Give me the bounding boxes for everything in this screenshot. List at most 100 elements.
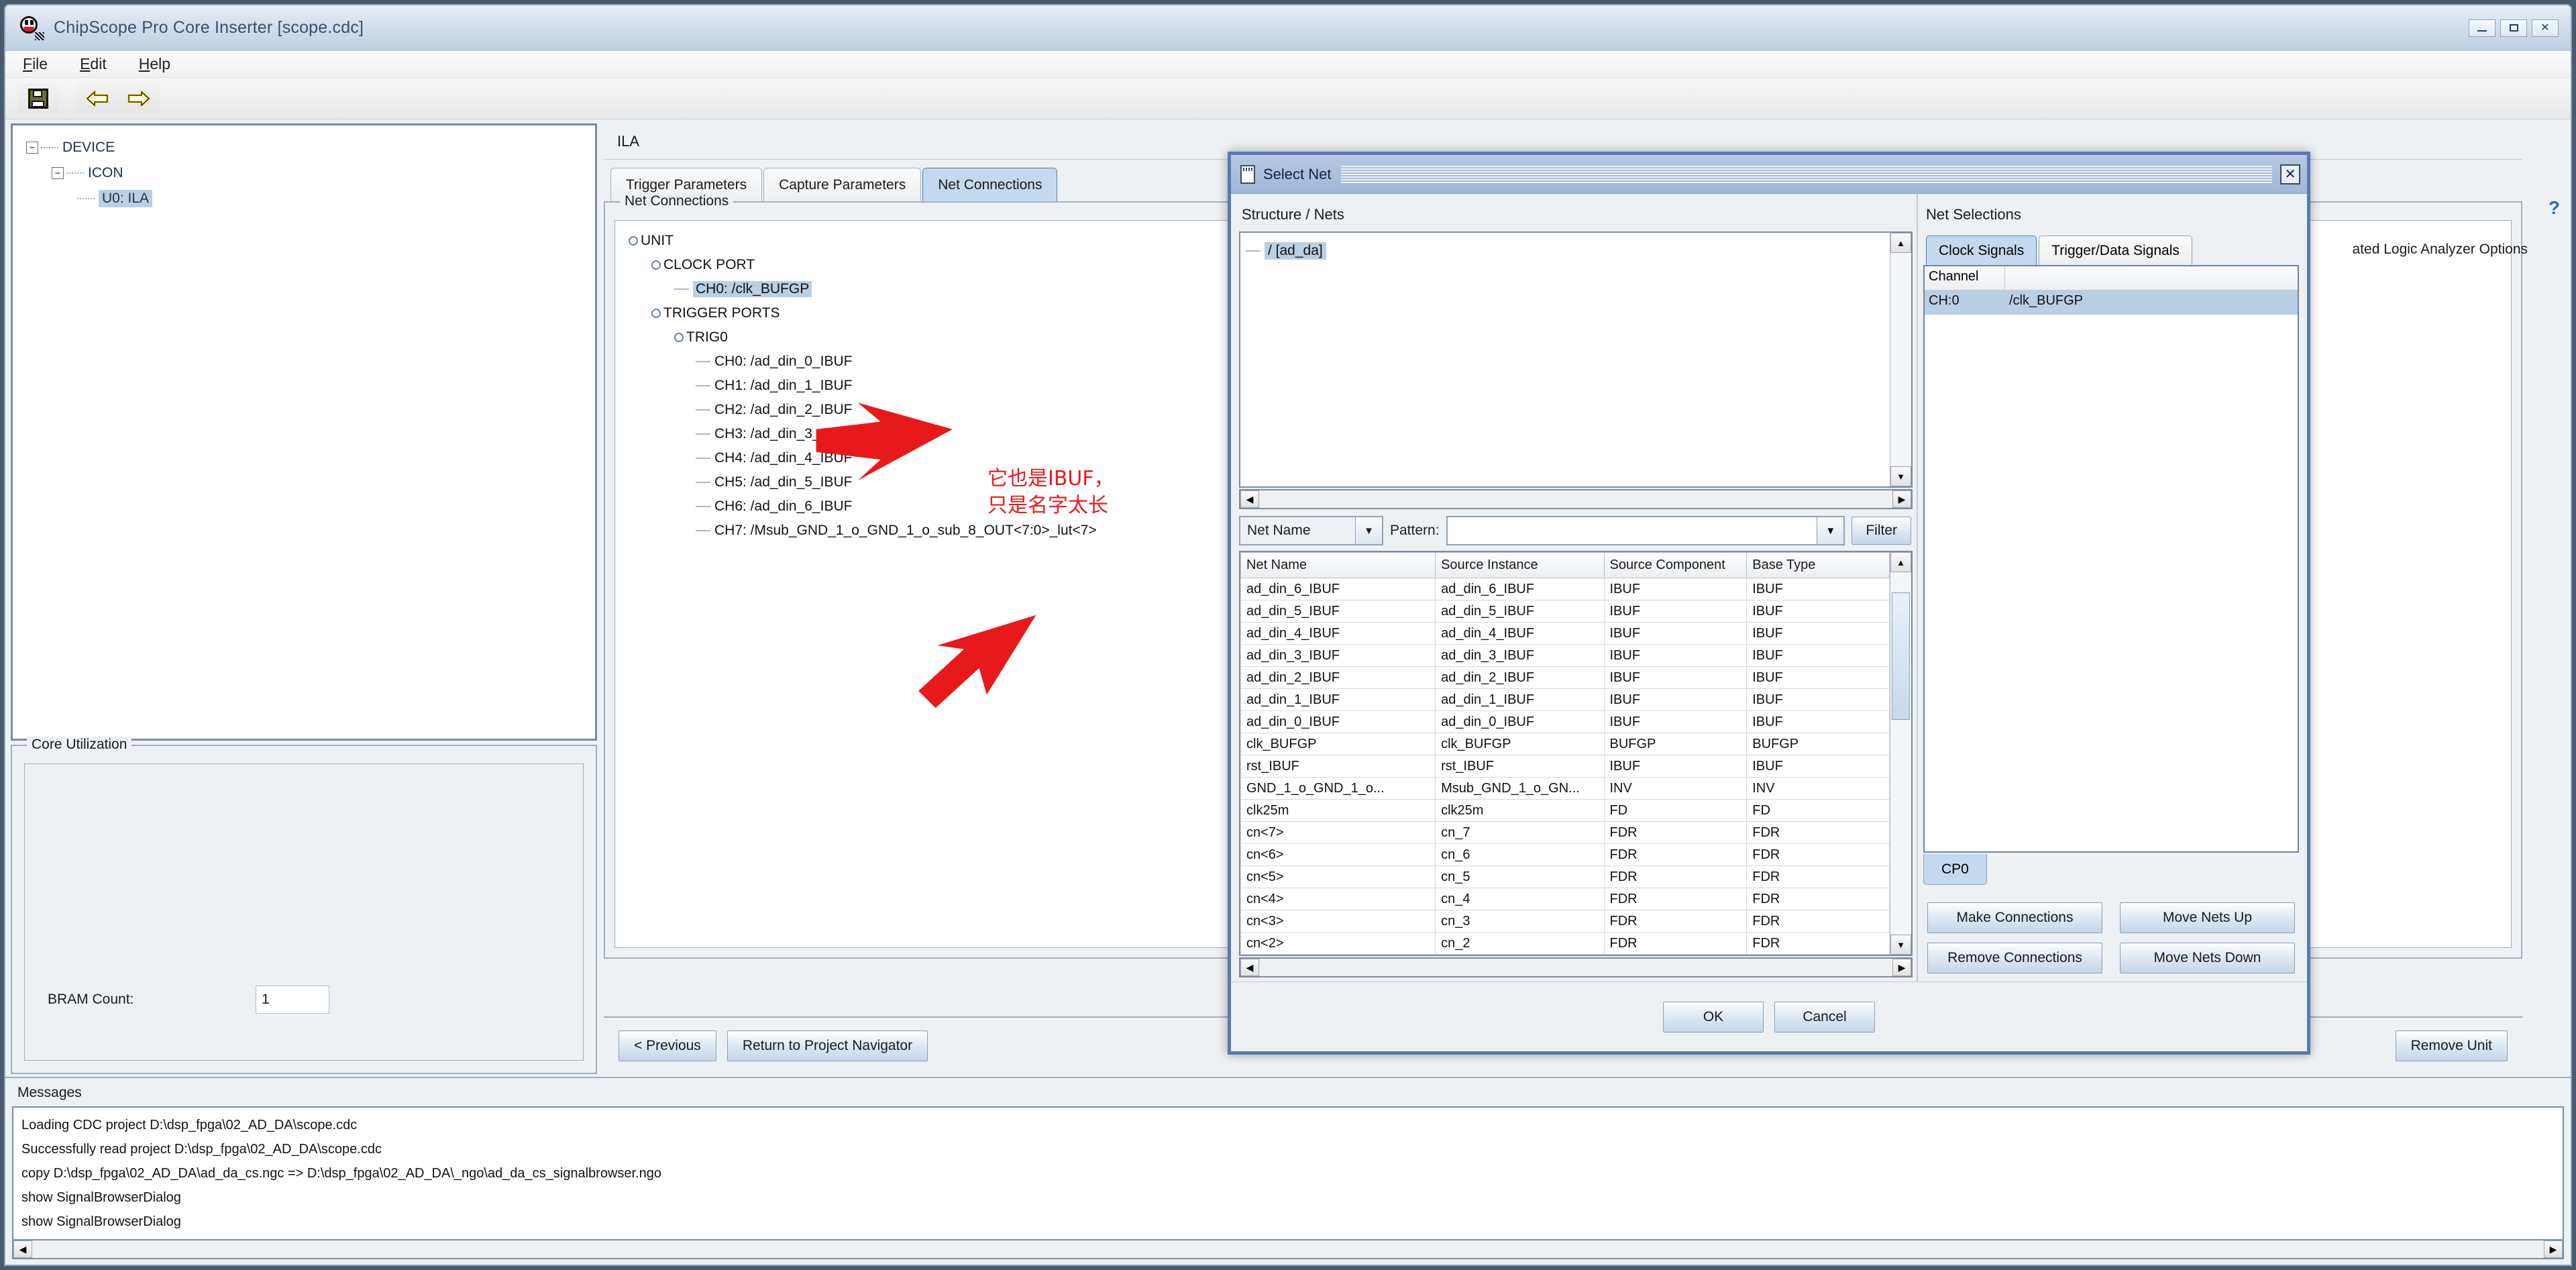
help-icon[interactable]: ? — [2548, 197, 2560, 219]
tab-net-connections[interactable]: Net Connections — [922, 168, 1058, 201]
dialog-title: Select Net — [1263, 165, 1332, 182]
structure-vertical-scrollbar[interactable]: ▲ ▼ — [1890, 233, 1911, 486]
clock-port-tabs: CP0 — [1923, 853, 2299, 888]
remove-connections-button[interactable]: Remove Connections — [1927, 943, 2102, 973]
save-button[interactable] — [17, 83, 59, 114]
expand-knob-icon[interactable] — [674, 333, 684, 342]
nets-table-row[interactable]: cn<4> cn_4 FDR FDR — [1240, 888, 1890, 910]
nets-scroll-thumb[interactable] — [1892, 592, 1910, 720]
pattern-combo[interactable]: ▼ — [1446, 516, 1845, 545]
collapse-toggle-icon[interactable]: − — [52, 167, 64, 179]
column-header-channel[interactable]: Channel — [1925, 266, 2005, 290]
minimize-button[interactable] — [2469, 19, 2496, 37]
dialog-close-button[interactable]: ✕ — [2280, 164, 2300, 184]
nets-table-cell: IBUF — [1603, 710, 1748, 733]
move-nets-up-button[interactable]: Move Nets Up — [2120, 902, 2295, 933]
structure-horizontal-scrollbar[interactable]: ◀ ▶ — [1239, 489, 1913, 509]
make-connections-button[interactable]: Make Connections — [1927, 902, 2102, 933]
nets-table-row[interactable]: ad_din_4_IBUF ad_din_4_IBUF IBUF IBUF — [1240, 622, 1890, 645]
filter-button[interactable]: Filter — [1851, 517, 1911, 545]
expand-knob-icon[interactable] — [651, 309, 661, 318]
bram-count-input[interactable] — [256, 986, 329, 1014]
nets-table-row[interactable]: ad_din_2_IBUF ad_din_2_IBUF IBUF IBUF — [1240, 666, 1890, 689]
nets-table-cell: IBUF — [1746, 644, 1890, 667]
nc-channel-label: CH6: /ad_din_6_IBUF — [714, 498, 853, 514]
chevron-down-icon[interactable]: ▼ — [1355, 517, 1382, 544]
column-header-source-component[interactable]: Source Component — [1603, 552, 1748, 578]
nets-vertical-scrollbar[interactable]: ▲ ▼ — [1890, 552, 1911, 955]
expand-knob-icon[interactable] — [629, 236, 638, 246]
filter-field-select[interactable]: Net Name ▼ — [1239, 516, 1383, 545]
net-selections-list[interactable]: Channel CH:0 /clk_BUFGP — [1923, 265, 2299, 853]
move-nets-down-button[interactable]: Move Nets Down — [2120, 943, 2295, 973]
device-tree-panel[interactable]: − DEVICE − ICON U0: ILA — [11, 123, 597, 741]
back-button[interactable] — [76, 83, 118, 114]
structure-tree-box[interactable]: / [ad_da] ▲ ▼ — [1239, 231, 1913, 488]
remove-unit-button[interactable]: Remove Unit — [2395, 1030, 2508, 1061]
maximize-button[interactable] — [2500, 19, 2527, 37]
close-button[interactable]: ✕ — [2532, 19, 2559, 37]
scroll-left-icon[interactable]: ◀ — [1240, 959, 1259, 976]
nets-table-row[interactable]: cn<2> cn_2 FDR FDR — [1240, 932, 1890, 955]
nets-table-row[interactable]: clk25m clk25m FD FD — [1240, 799, 1890, 822]
scroll-down-icon[interactable]: ▼ — [1890, 466, 1911, 486]
nets-table-row[interactable]: cn<5> cn_5 FDR FDR — [1240, 865, 1890, 888]
nets-table-row[interactable]: ad_din_3_IBUF ad_din_3_IBUF IBUF IBUF — [1240, 644, 1890, 667]
column-header-net-name[interactable]: Net Name — [1240, 552, 1436, 578]
nets-horizontal-scrollbar[interactable]: ◀ ▶ — [1239, 957, 1913, 977]
nc-channel-label: CH2: /ad_din_2_IBUF — [714, 402, 853, 417]
scroll-down-icon[interactable]: ▼ — [1890, 935, 1911, 955]
scroll-left-icon[interactable]: ◀ — [1240, 490, 1259, 508]
ok-button[interactable]: OK — [1663, 1001, 1764, 1033]
nets-table-cell: ad_din_0_IBUF — [1240, 710, 1436, 733]
nets-table-cell: ad_din_4_IBUF — [1435, 622, 1605, 645]
menu-file[interactable]: File — [20, 54, 50, 74]
tab-cp0[interactable]: CP0 — [1923, 854, 1987, 885]
tab-clock-signals[interactable]: Clock Signals — [1926, 235, 2037, 265]
scroll-right-icon[interactable]: ▶ — [1892, 959, 1911, 976]
messages-log[interactable]: Loading CDC project D:\dsp_fpga\02_AD_DA… — [12, 1106, 2564, 1239]
nets-table-cell: BUFGP — [1603, 733, 1748, 755]
scroll-right-icon[interactable]: ▶ — [2544, 1240, 2563, 1258]
nets-table-row[interactable]: cn<7> cn_7 FDR FDR — [1240, 821, 1890, 844]
nets-table-row[interactable]: ad_din_1_IBUF ad_din_1_IBUF IBUF IBUF — [1240, 688, 1890, 711]
tree-node-u0-ila[interactable]: U0: ILA — [26, 186, 595, 211]
scroll-left-icon[interactable]: ◀ — [13, 1240, 32, 1258]
column-header-source-instance[interactable]: Source Instance — [1435, 552, 1605, 578]
menu-edit[interactable]: Edit — [77, 54, 109, 74]
tree-node-icon[interactable]: − ICON — [26, 160, 595, 186]
menu-help[interactable]: Help — [136, 54, 173, 74]
collapse-toggle-icon[interactable]: − — [26, 142, 38, 154]
application-window: ChipScope Pro Core Inserter [scope.cdc] … — [4, 4, 2572, 1266]
nets-table-row[interactable]: cn<3> cn_3 FDR FDR — [1240, 910, 1890, 933]
tree-node-device[interactable]: − DEVICE — [26, 135, 595, 160]
scroll-up-icon[interactable]: ▲ — [1890, 233, 1911, 253]
pattern-input[interactable] — [1447, 517, 1817, 544]
nets-table-row[interactable]: ad_din_6_IBUF ad_din_6_IBUF IBUF IBUF — [1240, 578, 1890, 600]
structure-tree-item[interactable]: / [ad_da] — [1246, 240, 1884, 262]
column-header-base-type[interactable]: Base Type — [1746, 552, 1890, 578]
pattern-chevron-down-icon[interactable]: ▼ — [1817, 517, 1844, 544]
nets-table-row[interactable]: clk_BUFGP clk_BUFGP BUFGP BUFGP — [1240, 733, 1890, 755]
nets-table-row[interactable]: rst_IBUF rst_IBUF IBUF IBUF — [1240, 755, 1890, 778]
forward-button[interactable] — [118, 83, 160, 114]
return-to-project-navigator-button[interactable]: Return to Project Navigator — [727, 1030, 928, 1061]
structure-tree-item-label: / [ad_da] — [1265, 242, 1326, 260]
cancel-button[interactable]: Cancel — [1774, 1001, 1875, 1033]
scroll-up-icon[interactable]: ▲ — [1890, 552, 1911, 572]
scroll-right-icon[interactable]: ▶ — [1892, 490, 1911, 508]
tab-trigger-data-signals[interactable]: Trigger/Data Signals — [2039, 235, 2192, 265]
messages-horizontal-scrollbar[interactable]: ◀ ▶ — [12, 1239, 2564, 1259]
nets-table-row[interactable]: ad_din_5_IBUF ad_din_5_IBUF IBUF IBUF — [1240, 600, 1890, 623]
nets-table-row[interactable]: GND_1_o_GND_1_o... Msub_GND_1_o_GN... INV I… — [1240, 777, 1890, 800]
nets-table-cell: ad_din_5_IBUF — [1435, 600, 1605, 623]
previous-button[interactable]: < Previous — [619, 1030, 716, 1061]
nets-table-cell: rst_IBUF — [1240, 755, 1436, 778]
nets-table-row[interactable]: cn<6> cn_6 FDR FDR — [1240, 843, 1890, 866]
expand-knob-icon[interactable] — [651, 260, 661, 270]
nets-table-wrapper[interactable]: Net Name Source Instance Source Componen… — [1239, 551, 1913, 956]
net-selections-row[interactable]: CH:0 /clk_BUFGP — [1925, 290, 2298, 315]
nets-table-row[interactable]: ad_din_0_IBUF ad_din_0_IBUF IBUF IBUF — [1240, 710, 1890, 733]
dialog-drag-grip[interactable] — [1340, 165, 2272, 183]
tab-capture-parameters[interactable]: Capture Parameters — [763, 168, 922, 201]
